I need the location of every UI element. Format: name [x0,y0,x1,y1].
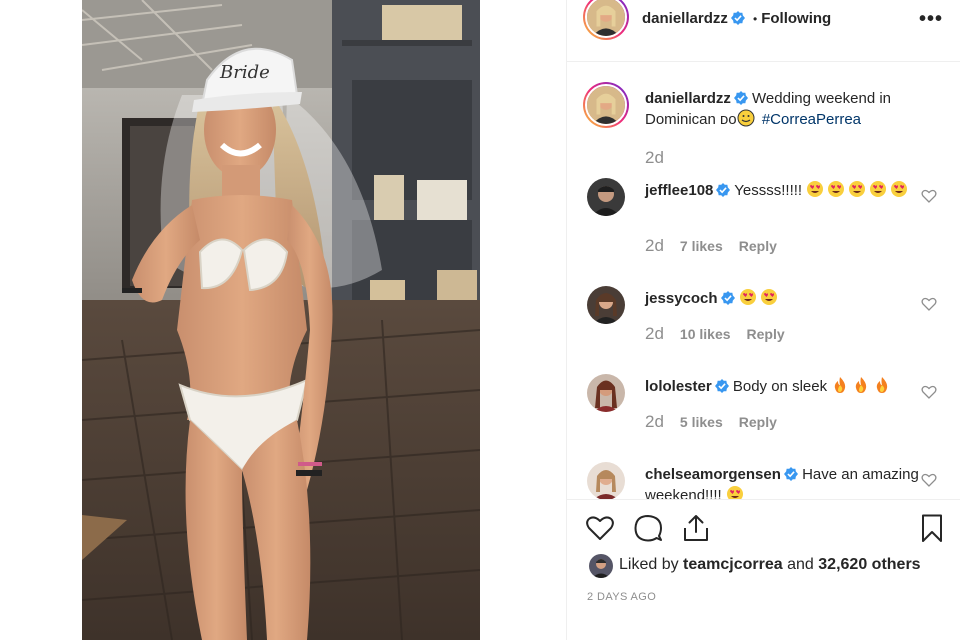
cap-text: Bride [219,62,270,83]
heart-eyes-emoji-icon [890,180,908,198]
caption-hashtag[interactable]: #CorreaPerrea [762,111,861,128]
caption-meta: 2d [645,148,680,168]
fire-emoji-icon [852,376,870,394]
header-avatar[interactable] [583,0,629,40]
comment-avatar[interactable] [587,178,625,216]
fire-emoji-icon [831,376,849,394]
heart-eyes-emoji-icon [848,180,866,198]
post-actions: Liked by teamcjcorrea and 32,620 others … [567,499,960,641]
liked-by-user[interactable]: teamcjcorrea [683,556,783,573]
post-photo[interactable]: Bride [82,0,480,640]
comment-username[interactable]: jefflee108 [645,182,713,199]
comment-meta: 2d 10 likes Reply [645,324,785,344]
caption-username[interactable]: daniellardzz [645,90,731,107]
heart-eyes-emoji-icon [827,180,845,198]
share-upload-icon[interactable] [681,513,711,543]
fire-emoji-icon [873,376,891,394]
liked-by-others[interactable]: 32,620 others [818,556,920,573]
reply-button[interactable]: Reply [747,326,785,342]
like-comment-heart-icon[interactable] [921,296,937,312]
comment-username[interactable]: jessycoch [645,290,718,307]
comment-username[interactable]: lololester [645,378,712,395]
comment-text: chelseamorgensen Have an amazing weekend… [645,464,920,499]
comment-avatar[interactable] [587,374,625,412]
reply-button[interactable]: Reply [739,238,777,254]
verified-badge-icon [730,11,745,25]
verified-badge-icon [716,183,731,197]
header-separator: • [753,12,758,26]
heart-eyes-emoji-icon [760,288,778,306]
comment-age: 2d [645,412,664,431]
reply-button[interactable]: Reply [739,414,777,430]
more-options-button[interactable]: ••• [919,8,943,31]
heart-eyes-emoji-icon [726,485,744,499]
header-user-line: daniellardzz • Following [642,10,831,27]
like-comment-heart-icon[interactable] [921,188,937,204]
comment-bubble-icon[interactable] [633,513,663,543]
flag-face-emoji-icon [737,109,755,127]
liked-by-conj: and [787,556,814,573]
verified-badge-icon [783,467,798,481]
post-header: daniellardzz • Following ••• [567,0,960,62]
comment-meta: 2d 7 likes Reply [645,236,777,256]
comment-age: 2d [645,324,664,343]
like-comment-heart-icon[interactable] [921,384,937,400]
comment-text: jefflee108 Yessss!!!!! [645,180,920,201]
verified-badge-icon [720,291,735,305]
caption-text: daniellardzz Wedding weekend in Dominica… [645,88,920,130]
caption-age: 2d [645,148,664,167]
comment-avatar[interactable] [587,462,625,499]
comment-likes[interactable]: 5 likes [680,414,723,430]
bookmark-save-icon[interactable] [917,513,947,543]
following-button[interactable]: Following [761,10,831,27]
comment-meta: 2d 5 likes Reply [645,412,777,432]
heart-eyes-emoji-icon [739,288,757,306]
comment-text: jessycoch [645,288,920,309]
verified-badge-icon [733,91,748,105]
comment-text: lololester Body on sleek [645,376,920,397]
header-username[interactable]: daniellardzz [642,10,728,27]
caption-avatar[interactable] [583,82,629,128]
post-age[interactable]: 2 DAYS AGO [587,591,656,603]
comments-list[interactable]: daniellardzz Wedding weekend in Dominica… [567,62,960,499]
liked-by-prefix: Liked by [619,556,679,573]
comment-age: 2d [645,236,664,255]
comment-body: Yessss!!!!! [734,182,803,199]
like-heart-icon[interactable] [585,513,615,543]
comment-likes[interactable]: 10 likes [680,326,731,342]
heart-eyes-emoji-icon [806,180,824,198]
post-side-panel: daniellardzz • Following ••• daniellardzz… [566,0,960,640]
like-comment-heart-icon[interactable] [921,472,937,488]
heart-eyes-emoji-icon [869,180,887,198]
comment-likes[interactable]: 7 likes [680,238,723,254]
post-photo-image: Bride [82,0,480,640]
comment-body: Body on sleek [732,378,828,395]
verified-badge-icon [714,379,729,393]
comment-username[interactable]: chelseamorgensen [645,466,781,483]
comment-avatar[interactable] [587,286,625,324]
liked-by-avatar[interactable] [589,554,613,578]
liked-by-line: Liked by teamcjcorrea and 32,620 others [619,556,921,574]
